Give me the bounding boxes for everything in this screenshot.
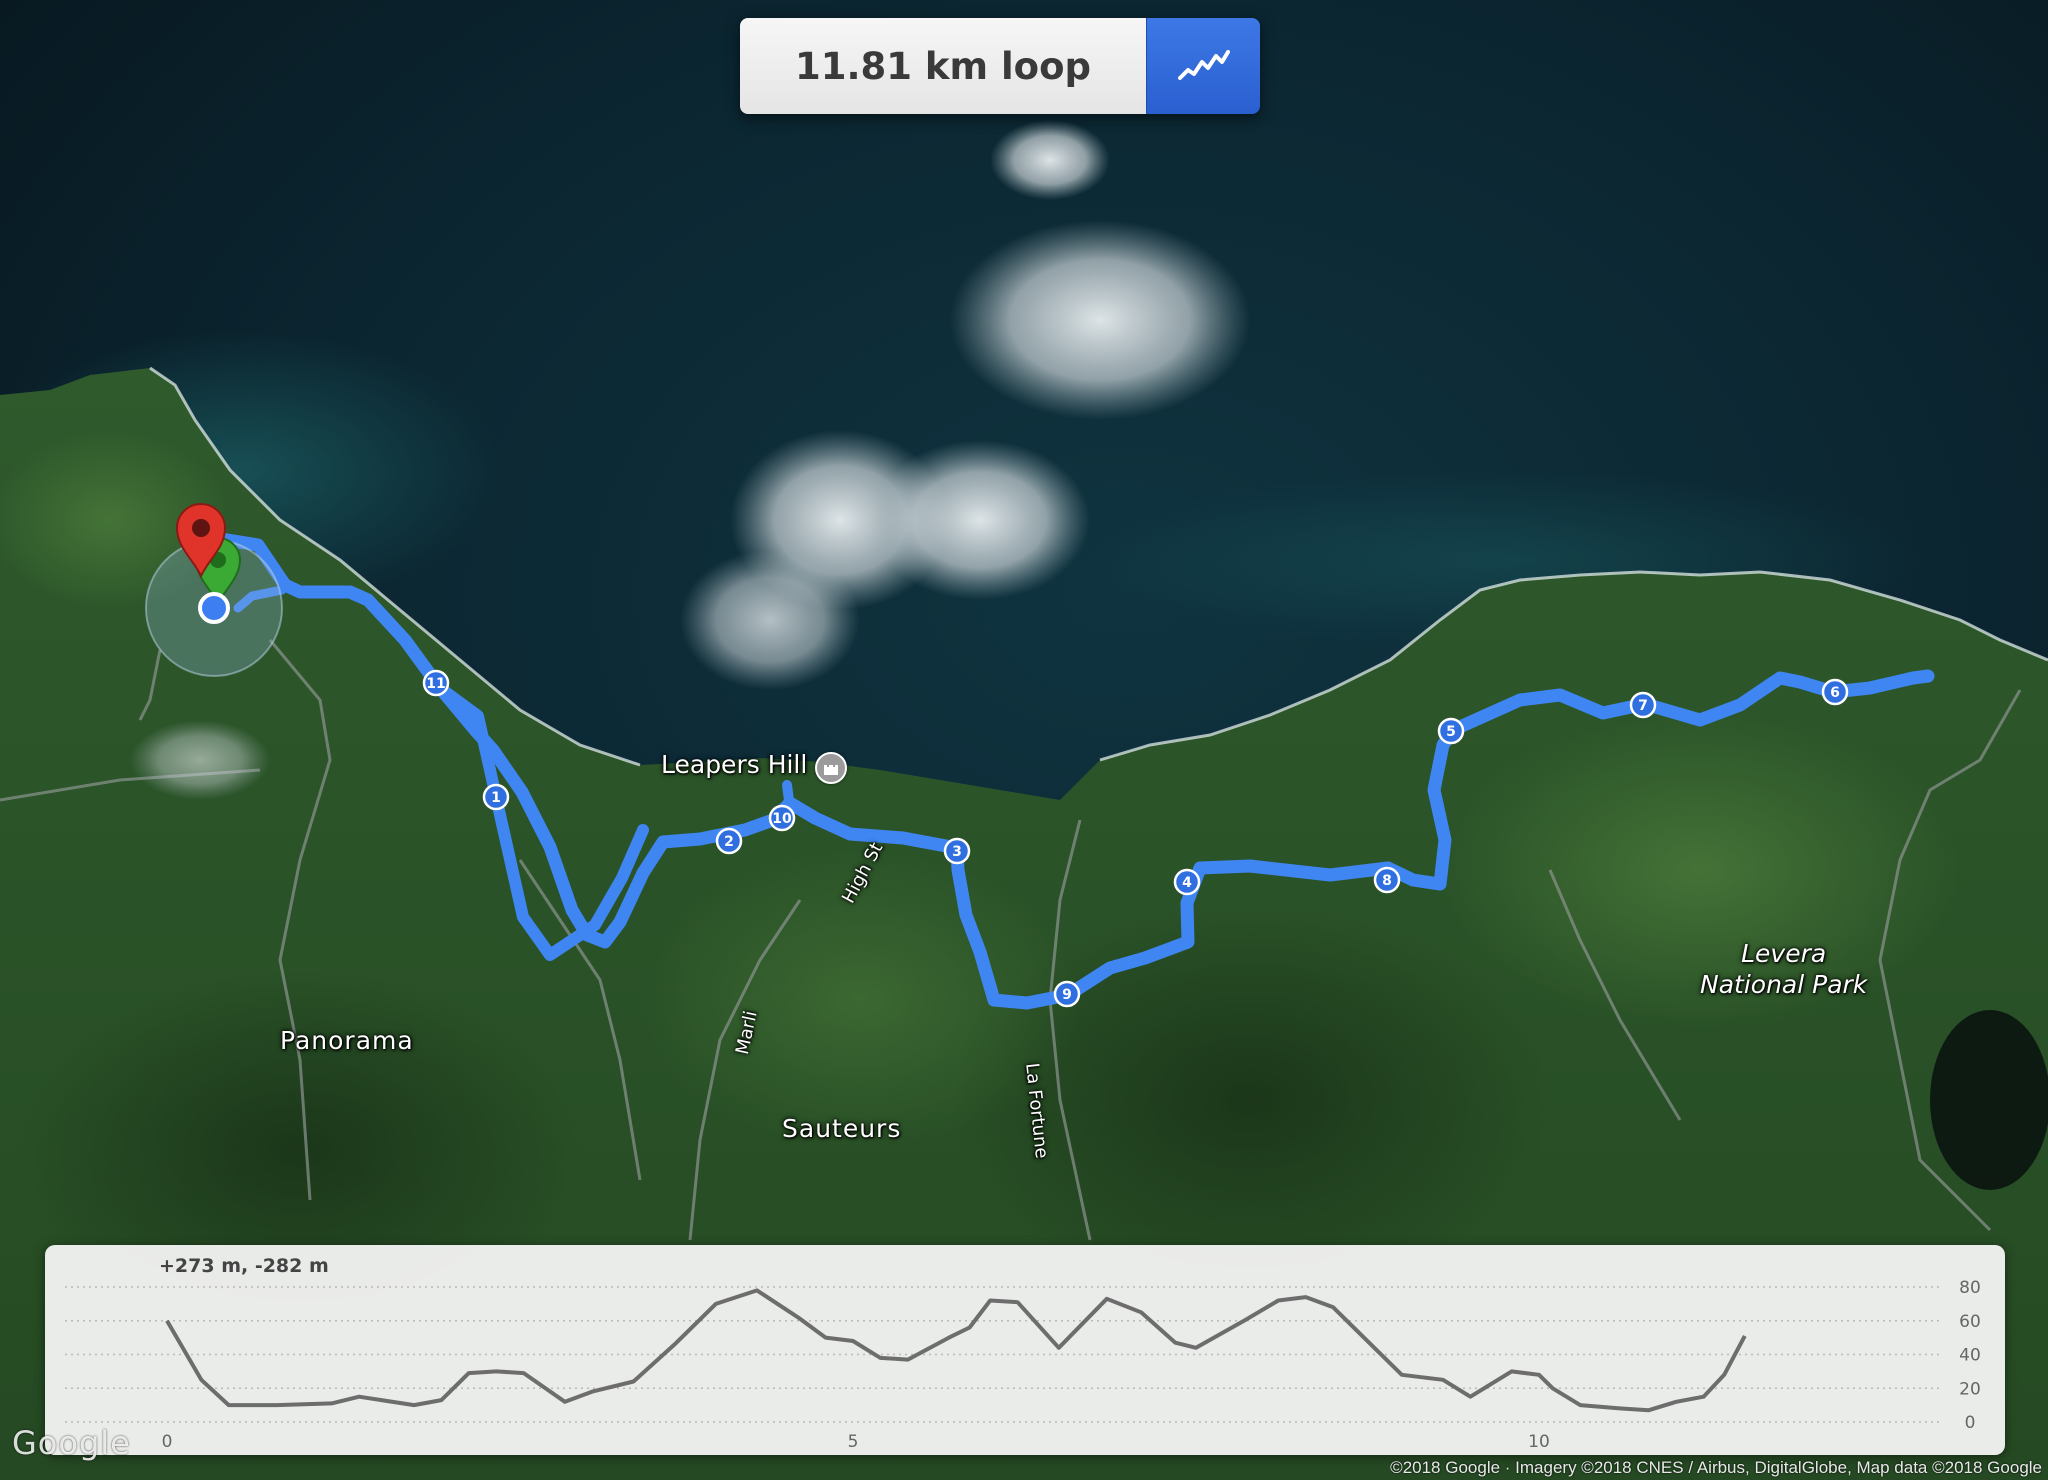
y-tick-label: 0 <box>1965 1413 1976 1433</box>
km-marker-label: 7 <box>1638 698 1648 714</box>
elevation-line-icon <box>1177 50 1230 80</box>
km-marker-2[interactable]: 2 <box>715 827 743 855</box>
km-marker-6[interactable]: 6 <box>1821 678 1849 706</box>
km-marker-1[interactable]: 1 <box>482 783 510 811</box>
km-marker-5[interactable]: 5 <box>1437 717 1465 745</box>
elevation-gain-loss: +273 m, -282 m <box>159 1255 329 1277</box>
km-marker-7[interactable]: 7 <box>1629 691 1657 719</box>
km-marker-label: 3 <box>952 844 962 860</box>
km-marker-label: 9 <box>1062 987 1072 1003</box>
y-tick-label: 40 <box>1959 1346 1981 1366</box>
x-tick-label: 0 <box>162 1432 173 1452</box>
km-marker-10[interactable]: 10 <box>768 804 796 832</box>
park-label-line2: National Park <box>1700 970 1868 999</box>
google-logo: Google <box>12 1424 131 1462</box>
km-marker-9[interactable]: 9 <box>1053 980 1081 1008</box>
place-label-panorama: Panorama <box>280 1026 414 1055</box>
castle-icon[interactable] <box>815 752 847 784</box>
route-header: 11.81 km loop <box>740 18 1260 114</box>
park-label-levera: Levera National Park <box>1700 938 1867 1000</box>
y-tick-label: 80 <box>1959 1278 1981 1298</box>
km-marker-label: 8 <box>1382 873 1392 889</box>
elevation-chart-button[interactable] <box>1146 18 1260 114</box>
km-marker-label: 5 <box>1446 724 1456 740</box>
map-attribution: ©2018 Google · Imagery ©2018 CNES / Airb… <box>1390 1458 2042 1477</box>
current-location-dot <box>198 592 230 624</box>
km-marker-3[interactable]: 3 <box>943 837 971 865</box>
y-tick-label: 20 <box>1959 1379 1981 1399</box>
x-tick-label: 5 <box>848 1432 859 1452</box>
km-marker-label: 4 <box>1182 875 1192 891</box>
km-marker-label: 2 <box>724 834 734 850</box>
elevation-line[interactable] <box>165 1288 1747 1413</box>
x-tick-label: 10 <box>1528 1432 1550 1452</box>
elevation-chart[interactable]: 0 20 40 60 80 0 5 10 <box>45 1245 2005 1455</box>
km-marker-4[interactable]: 4 <box>1173 868 1201 896</box>
place-label-sauteurs: Sauteurs <box>782 1114 902 1143</box>
km-marker-11[interactable]: 11 <box>422 669 450 697</box>
lake <box>1930 1010 2048 1190</box>
elevation-panel[interactable]: 0 20 40 60 80 0 5 10 +273 m, -282 m <box>45 1245 2005 1455</box>
poi-label-leapers-hill[interactable]: Leapers Hill <box>661 750 807 779</box>
km-marker-8[interactable]: 8 <box>1373 866 1401 894</box>
km-marker-label: 11 <box>426 676 445 692</box>
km-marker-label: 1 <box>491 790 501 806</box>
km-marker-label: 6 <box>1830 685 1840 701</box>
park-label-line1: Levera <box>1741 939 1827 968</box>
route-branch[interactable] <box>782 780 795 813</box>
km-marker-label: 10 <box>772 811 792 827</box>
route-distance-label: 11.81 km loop <box>740 18 1146 114</box>
y-tick-label: 60 <box>1959 1312 1981 1332</box>
